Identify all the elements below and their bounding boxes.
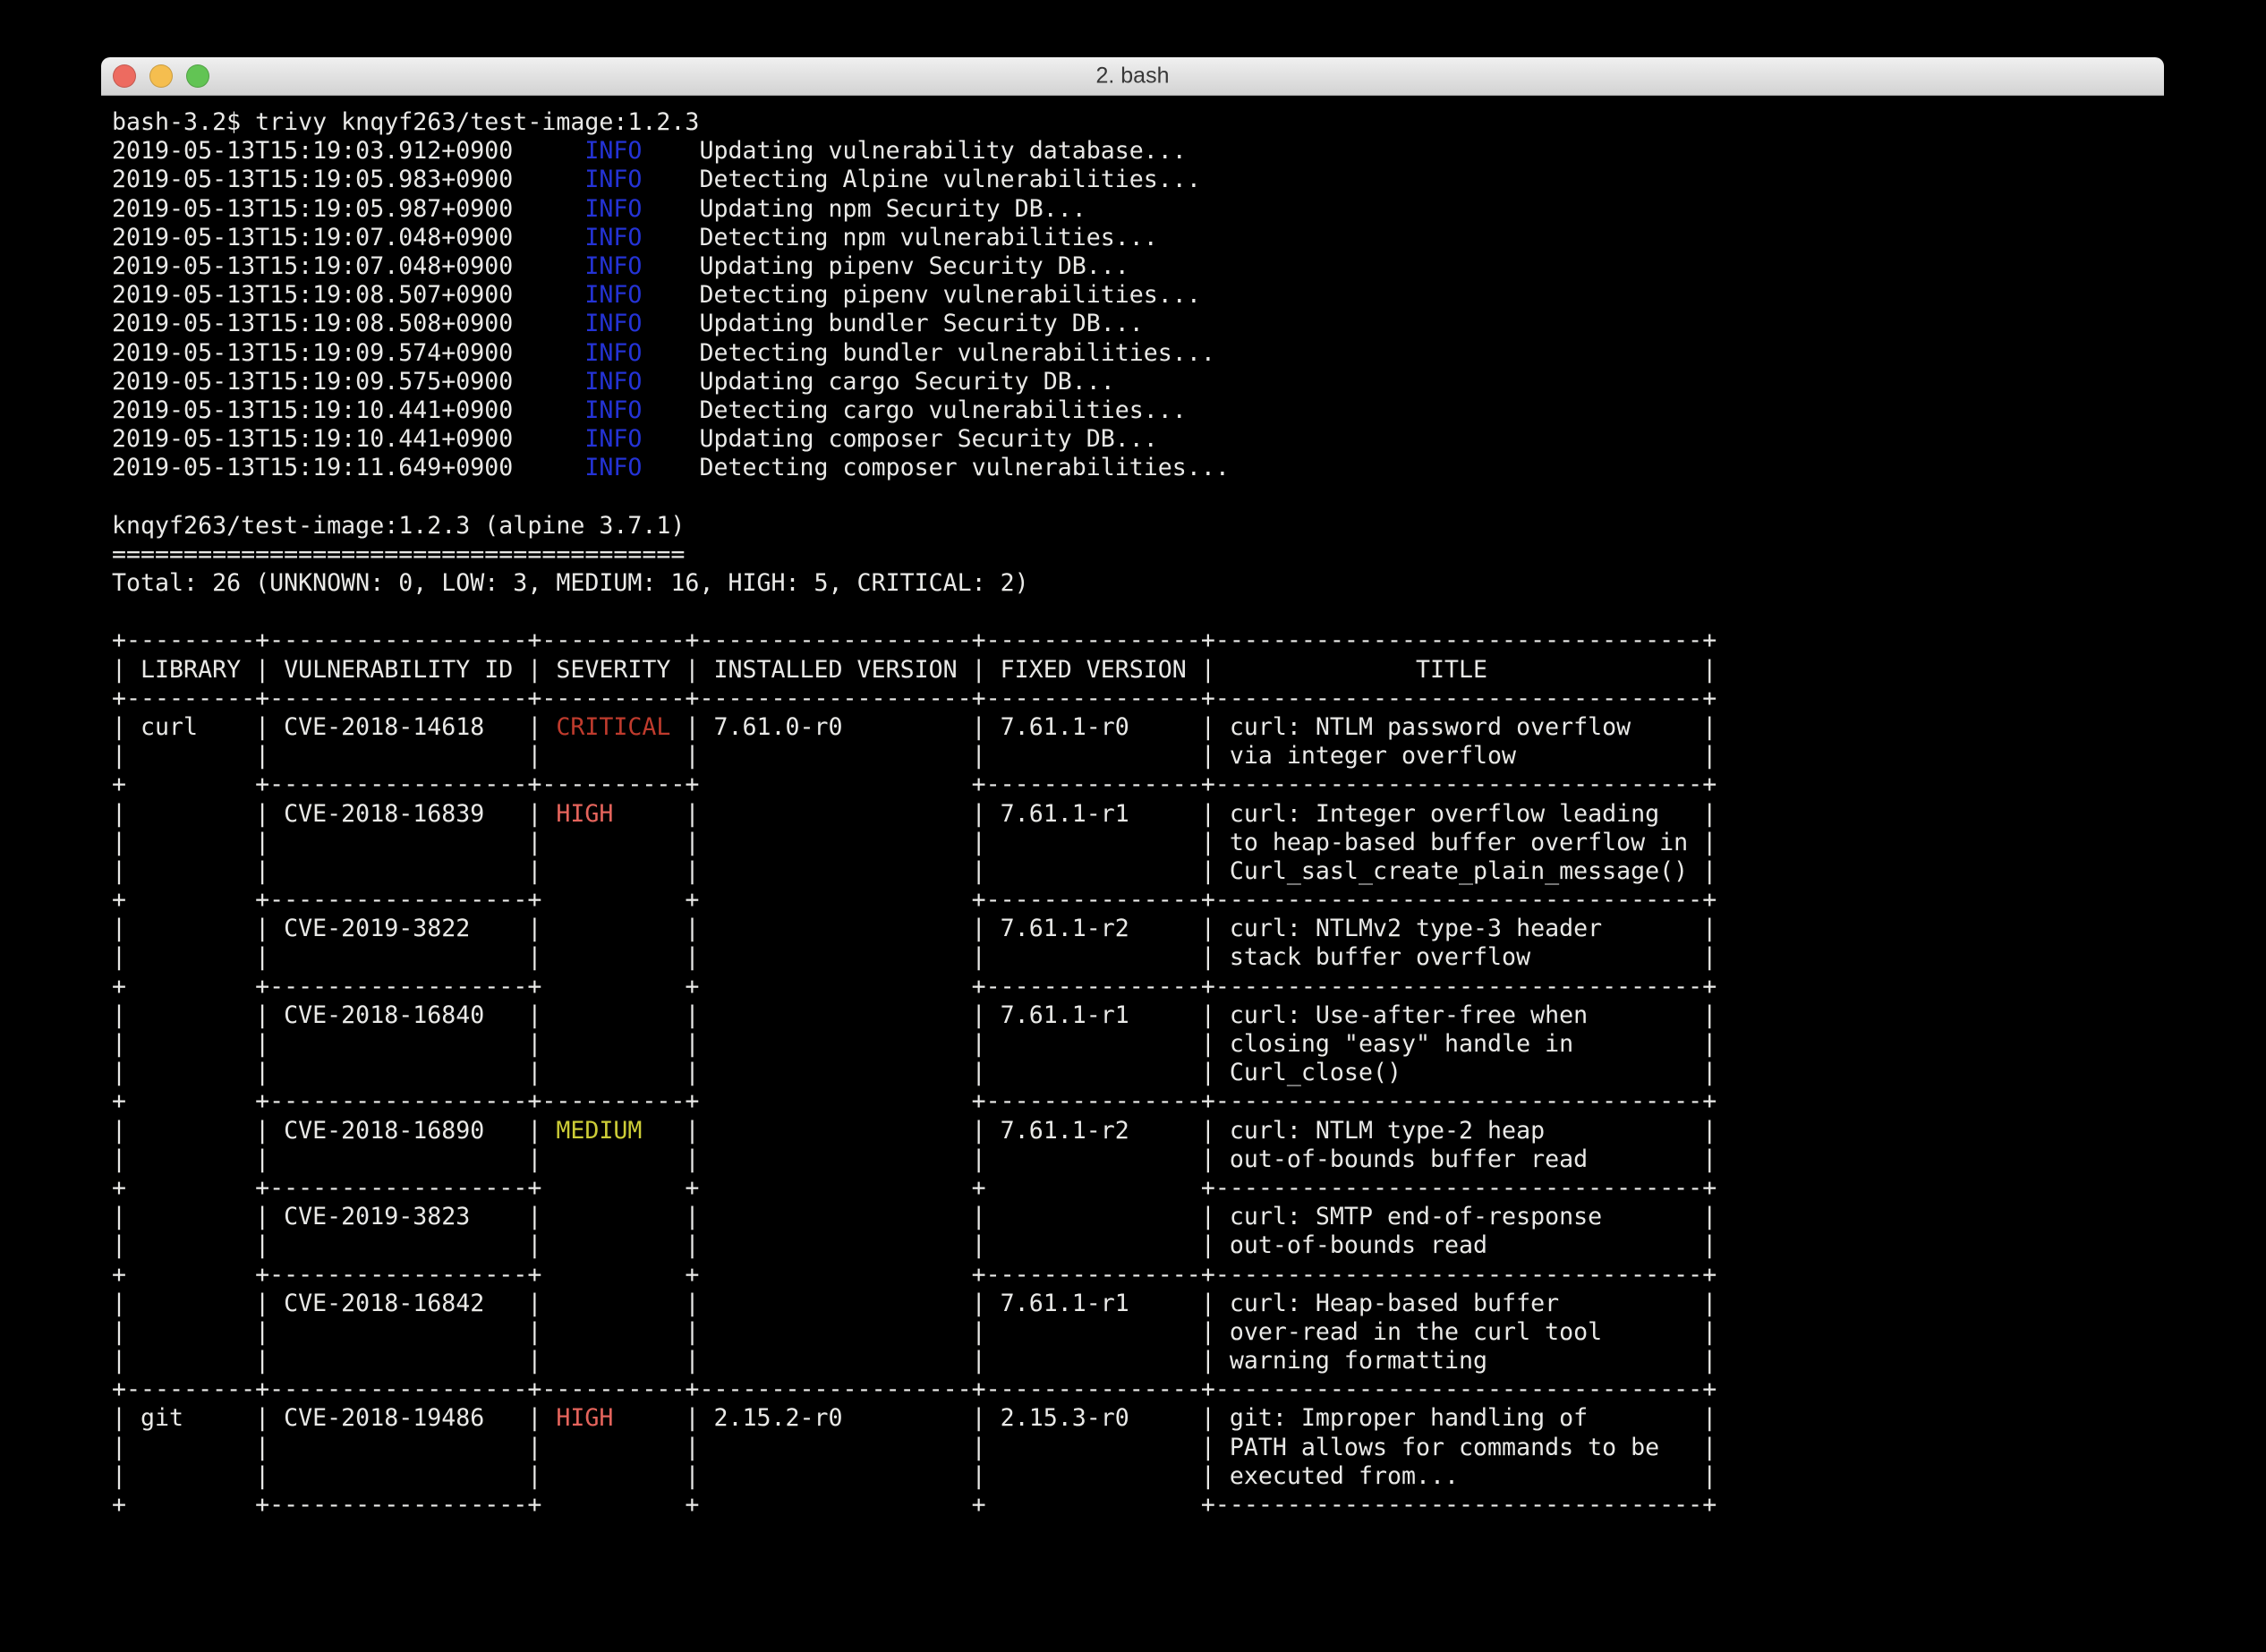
table-border: +---------+------------------+----------… [112,626,2164,655]
table-separator: + +------------------+ + +--------------… [112,973,2164,1001]
log-line: 2019-05-13T15:19:03.912+0900 INFO Updati… [112,137,2164,166]
log-line: 2019-05-13T15:19:09.575+0900 INFO Updati… [112,368,2164,396]
terminal-window: 2. bash bash-3.2$ trivy knqyf263/test-im… [101,57,2164,1598]
table-row-line: | | CVE-2018-16842 | | | 7.61.1-r1 | cur… [112,1290,2164,1318]
table-row-line: | | CVE-2018-16840 | | | 7.61.1-r1 | cur… [112,1001,2164,1030]
table-row-line: | | CVE-2018-16890 | MEDIUM | | 7.61.1-r… [112,1117,2164,1145]
table-separator: + +------------------+ + + +------------… [112,1491,2164,1520]
table-row-line: | | | | | | executed from... | [112,1462,2164,1491]
log-line: 2019-05-13T15:19:09.574+0900 INFO Detect… [112,339,2164,368]
report-underline: ======================================== [112,541,2164,569]
table-row-line: | | CVE-2019-3823 | | | | curl: SMTP end… [112,1203,2164,1231]
table-row-line: | | | | | | Curl_sasl_create_plain_messa… [112,857,2164,886]
table-row-line: | | | | | | Curl_close() | [112,1059,2164,1087]
table-row-line: | | | | | | via integer overflow | [112,742,2164,771]
table-row-line: | | | | | | PATH allows for commands to … [112,1434,2164,1462]
log-line: 2019-05-13T15:19:05.987+0900 INFO Updati… [112,195,2164,224]
table-header: | LIBRARY | VULNERABILITY ID | SEVERITY … [112,656,2164,685]
table-row-line: | | | | | | over-read in the curl tool | [112,1318,2164,1347]
table-row-line: | | | | | | to heap-based buffer overflo… [112,829,2164,857]
table-separator: + +------------------+----------+ +-----… [112,1087,2164,1116]
table-row-line: | git | CVE-2018-19486 | HIGH | 2.15.2-r… [112,1404,2164,1433]
table-separator: +---------+------------------+----------… [112,1375,2164,1404]
log-line: 2019-05-13T15:19:08.508+0900 INFO Updati… [112,310,2164,338]
table-row-line: | | | | | | warning formatting | [112,1347,2164,1375]
prompt-line: bash-3.2$ trivy knqyf263/test-image:1.2.… [112,108,2164,137]
table-separator: + +------------------+ + +--------------… [112,1261,2164,1290]
table-row-line: | | | | | | stack buffer overflow | [112,943,2164,972]
log-line: 2019-05-13T15:19:07.048+0900 INFO Detect… [112,224,2164,252]
window-title: 2. bash [101,64,2164,89]
table-row-line: | | CVE-2018-16839 | HIGH | | 7.61.1-r1 … [112,800,2164,829]
table-row-line: | | | | | | closing "easy" handle in | [112,1030,2164,1059]
log-line: 2019-05-13T15:19:11.649+0900 INFO Detect… [112,454,2164,482]
blank-line [112,598,2164,626]
titlebar[interactable]: 2. bash [101,57,2164,96]
table-separator: + +------------------+----------+ +-----… [112,771,2164,799]
table-row-line: | curl | CVE-2018-14618 | CRITICAL | 7.6… [112,713,2164,742]
log-line: 2019-05-13T15:19:10.441+0900 INFO Updati… [112,425,2164,454]
table-separator: + +------------------+ + +--------------… [112,886,2164,915]
log-line: 2019-05-13T15:19:10.441+0900 INFO Detect… [112,396,2164,425]
report-target: knqyf263/test-image:1.2.3 (alpine 3.7.1) [112,512,2164,541]
log-line: 2019-05-13T15:19:08.507+0900 INFO Detect… [112,281,2164,310]
table-separator: + +------------------+ + + +------------… [112,1174,2164,1203]
log-line: 2019-05-13T15:19:07.048+0900 INFO Updati… [112,252,2164,281]
table-row-line: | | | | | | out-of-bounds buffer read | [112,1145,2164,1174]
table-row-line: | | | | | | out-of-bounds read | [112,1231,2164,1260]
terminal-output[interactable]: bash-3.2$ trivy knqyf263/test-image:1.2.… [101,96,2164,1520]
blank-line [112,482,2164,511]
table-row-line: | | CVE-2019-3822 | | | 7.61.1-r2 | curl… [112,915,2164,943]
log-line: 2019-05-13T15:19:05.983+0900 INFO Detect… [112,166,2164,194]
table-border: +---------+------------------+----------… [112,685,2164,713]
report-summary: Total: 26 (UNKNOWN: 0, LOW: 3, MEDIUM: 1… [112,569,2164,598]
